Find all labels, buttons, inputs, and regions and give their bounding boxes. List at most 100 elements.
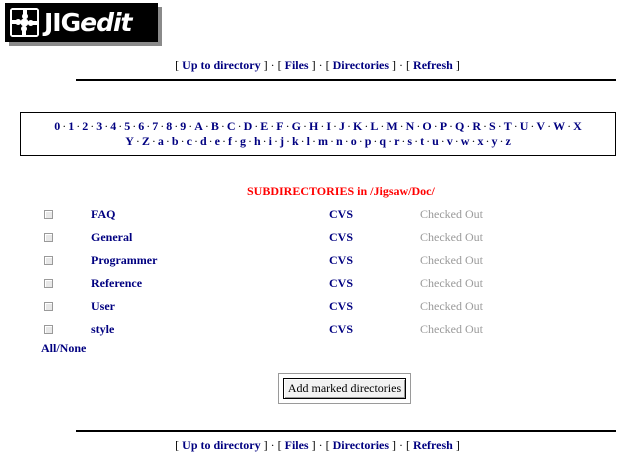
alphabet-link[interactable]: t [420,134,424,148]
nav-directories-link[interactable]: Directories [333,58,389,72]
alphabet-separator: · [165,134,170,148]
alphabet-link[interactable]: A [194,119,203,133]
alphabet-link[interactable]: 9 [180,119,186,133]
cvs-link[interactable]: CVS [329,230,353,245]
alphabet-row-1: 0 · 1 · 2 · 3 · 4 · 5 · 6 · 7 · 8 · 9 · A · B · C · D · E · F · G · H · I · J ·… [21,119,615,134]
subdirectory-row: Programmer CVS Checked Out [0,253,635,273]
alphabet-link[interactable]: L [370,119,378,133]
alphabet-link[interactable]: C [227,119,236,133]
alphabet-link[interactable]: b [172,134,179,148]
alphabet-link[interactable]: D [244,119,253,133]
alphabet-link[interactable]: h [254,134,261,148]
alphabet-link[interactable]: J [339,119,345,133]
alphabet-link[interactable]: i [269,134,272,148]
alphabet-link[interactable]: x [477,134,483,148]
nav-files-link[interactable]: Files [285,58,309,72]
subdirectory-checkbox[interactable] [44,210,53,219]
subdirectory-name-link[interactable]: style [91,322,114,337]
alphabet-separator: · [344,134,349,148]
alphabet-link[interactable]: v [447,134,453,148]
alphabet-link[interactable]: e [215,134,220,148]
alphabet-link[interactable]: X [573,119,582,133]
alphabet-link[interactable]: 5 [124,119,130,133]
alphabet-link[interactable]: E [260,119,268,133]
alphabet-link[interactable]: p [365,134,372,148]
alphabet-link[interactable]: 0 [54,119,60,133]
cvs-link[interactable]: CVS [329,253,353,268]
alphabet-link[interactable]: 3 [96,119,102,133]
alphabet-link[interactable]: 2 [82,119,88,133]
bottom-nav-files-link[interactable]: Files [285,438,309,452]
alphabet-link[interactable]: c [187,134,192,148]
alphabet-link[interactable]: 1 [68,119,74,133]
alphabet-link[interactable]: B [211,119,219,133]
nav-refresh-link[interactable]: Refresh [413,58,453,72]
add-marked-directories-button[interactable]: Add marked directories [283,378,406,399]
alphabet-link[interactable]: T [504,119,512,133]
cvs-link[interactable]: CVS [329,299,353,314]
alphabet-link[interactable]: K [353,119,362,133]
alphabet-link[interactable]: l [307,134,310,148]
all-none-link[interactable]: All/None [41,341,86,356]
alphabet-link[interactable]: q [379,134,386,148]
alphabet-link[interactable]: z [505,134,510,148]
alphabet-link[interactable]: H [309,119,318,133]
subdirectory-row: General CVS Checked Out [0,230,635,250]
alphabet-link[interactable]: 4 [110,119,116,133]
subdirectory-checkbox[interactable] [44,233,53,242]
alphabet-link[interactable]: U [520,119,529,133]
bottom-nav-refresh-link[interactable]: Refresh [413,438,453,452]
alphabet-link[interactable]: S [489,119,496,133]
cvs-link[interactable]: CVS [329,207,353,222]
subdirectory-name-link[interactable]: Reference [91,276,142,291]
alphabet-link[interactable]: R [472,119,481,133]
alphabet-link[interactable]: f [228,134,232,148]
alphabet-link[interactable]: 8 [166,119,172,133]
top-divider [76,79,616,81]
alphabet-link[interactable]: n [336,134,343,148]
alphabet-link[interactable]: u [432,134,439,148]
alphabet-link[interactable]: W [553,119,565,133]
alphabet-link[interactable]: I [326,119,331,133]
alphabet-link[interactable]: O [422,119,431,133]
alphabet-link[interactable]: w [461,134,470,148]
alphabet-link[interactable]: F [276,119,283,133]
alphabet-link[interactable]: r [394,134,399,148]
alphabet-link[interactable]: V [536,119,545,133]
alphabet-link[interactable]: N [406,119,415,133]
alphabet-link[interactable]: 7 [152,119,158,133]
nav-up-to-directory-link[interactable]: Up to directory [182,58,260,72]
alphabet-separator: · [471,134,476,148]
alphabet-link[interactable]: k [292,134,299,148]
alphabet-link[interactable]: s [407,134,412,148]
alphabet-link[interactable]: o [351,134,357,148]
alphabet-link[interactable]: Q [455,119,464,133]
subdirectory-name-link[interactable]: FAQ [91,207,115,222]
alphabet-link[interactable]: j [280,134,284,148]
subdirectory-checkbox[interactable] [44,279,53,288]
subdirectory-checkbox[interactable] [44,325,53,334]
subdirectory-checkbox[interactable] [44,256,53,265]
cvs-link[interactable]: CVS [329,276,353,291]
alphabet-link[interactable]: Z [142,134,150,148]
cvs-status: Checked Out [420,230,483,244]
alphabet-link[interactable]: m [318,134,328,148]
alphabet-link[interactable]: G [292,119,301,133]
alphabet-separator: · [62,119,67,133]
cvs-link[interactable]: CVS [329,322,353,337]
subdirectory-checkbox[interactable] [44,302,53,311]
subdirectory-name-link[interactable]: Programmer [91,253,157,268]
alphabet-link[interactable]: y [491,134,497,148]
alphabet-separator: · [426,134,431,148]
alphabet-link[interactable]: 6 [138,119,144,133]
subdirectory-name-link[interactable]: General [91,230,132,245]
alphabet-link[interactable]: d [200,134,207,148]
alphabet-link[interactable]: P [440,119,447,133]
bottom-nav-up-to-directory-link[interactable]: Up to directory [182,438,260,452]
bottom-nav-directories-link[interactable]: Directories [333,438,389,452]
alphabet-link[interactable]: Y [125,134,134,148]
subdirectory-name-link[interactable]: User [91,299,115,314]
alphabet-link[interactable]: M [386,119,397,133]
alphabet-link[interactable]: g [240,134,246,148]
alphabet-link[interactable]: a [158,134,164,148]
